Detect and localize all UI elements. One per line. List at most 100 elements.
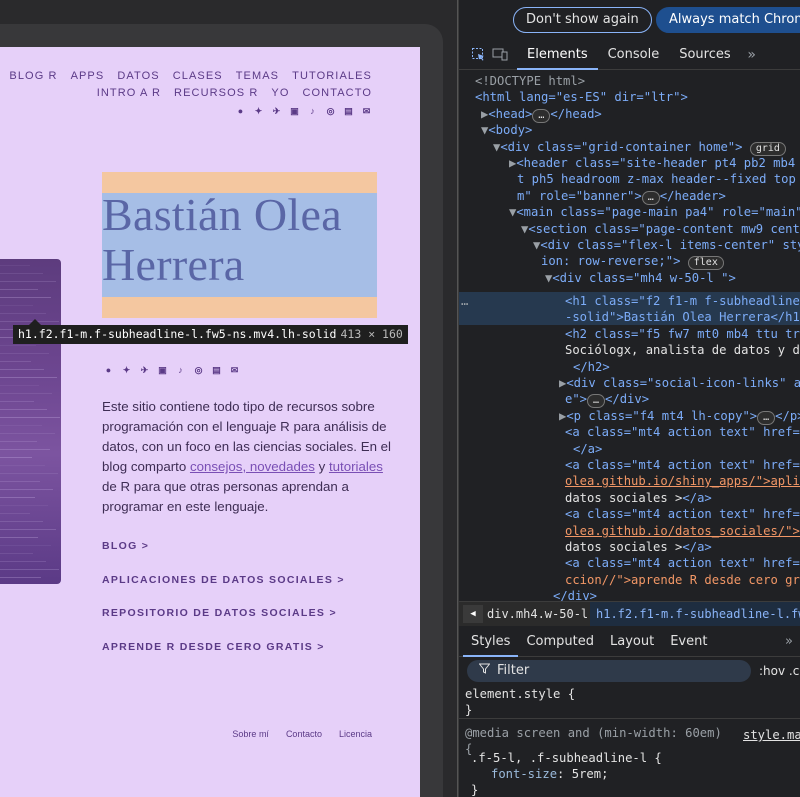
- link-tutoriales[interactable]: tutoriales: [329, 459, 383, 474]
- hov-toggle[interactable]: :hov .c: [759, 660, 799, 682]
- device-toolbar-icon[interactable]: [489, 40, 511, 70]
- hero-image: [0, 259, 61, 584]
- dom-line[interactable]: <a class="mt4 action text" href=": [565, 555, 800, 571]
- linkedin-icon[interactable]: ▣: [289, 106, 300, 117]
- css-selector[interactable]: .f-5-l, .f-subheadline-l {: [471, 750, 662, 766]
- nav-link-apps[interactable]: APPS: [71, 70, 105, 82]
- dom-line[interactable]: <h2 class="f5 fw7 mt0 mb4 ttu tra: [565, 326, 800, 342]
- dom-line[interactable]: <!DOCTYPE html>: [475, 73, 585, 89]
- nav-link-yo[interactable]: YO: [271, 87, 289, 99]
- nav-link-tutoriales[interactable]: TUTORIALES: [292, 70, 372, 82]
- linkedin-icon[interactable]: ▣: [157, 365, 168, 376]
- dom-line[interactable]: ccion//">aprende R desde cero gra: [565, 572, 800, 588]
- mastodon-icon[interactable]: ▤: [343, 106, 354, 117]
- breadcrumb-scroll-left-icon[interactable]: ◀: [463, 605, 483, 623]
- mastodon-icon[interactable]: ▤: [211, 365, 222, 376]
- nav-link-contacto[interactable]: CONTACTO: [302, 87, 372, 99]
- nav-link-blog-r[interactable]: BLOG R: [9, 70, 57, 82]
- dom-line[interactable]: datos sociales ></a>: [565, 539, 712, 555]
- nav-link-datos[interactable]: DATOS: [117, 70, 159, 82]
- more-tabs-chevron-icon[interactable]: »: [741, 40, 763, 70]
- tiktok-icon[interactable]: ♪: [307, 106, 318, 117]
- styles-filter-input[interactable]: Filter: [467, 660, 751, 682]
- dom-line[interactable]: <a class="mt4 action text" href=": [565, 424, 800, 440]
- action-aprende-r-link[interactable]: APRENDE R DESDE CERO GRATIS >: [102, 641, 325, 653]
- dom-line[interactable]: e">… </div>: [565, 391, 649, 408]
- dom-line[interactable]: ▶<head>… </head>: [481, 106, 602, 123]
- tab-layout[interactable]: Layout: [602, 627, 662, 657]
- dom-line[interactable]: ▼<div class="mh4 w-50-l ">: [545, 270, 736, 286]
- github-icon[interactable]: ●: [235, 106, 246, 117]
- more-tabs-chevron-icon[interactable]: »: [777, 627, 800, 657]
- main-nav-row-2: INTRO A R RECURSOS R YO CONTACTO: [97, 87, 372, 99]
- action-blog-link[interactable]: BLOG >: [102, 540, 149, 552]
- nav-link-intro-a-r[interactable]: INTRO A R: [97, 87, 161, 99]
- dom-line[interactable]: </h2>: [573, 359, 610, 375]
- tab-sources[interactable]: Sources: [669, 40, 740, 70]
- footer-sobre-mi-link[interactable]: Sobre mí: [232, 729, 269, 739]
- css-declaration[interactable]: font-size: 5rem;: [491, 766, 608, 782]
- css-source-link[interactable]: style.ma: [743, 727, 800, 743]
- bluesky-icon[interactable]: ✦: [121, 365, 132, 376]
- social-links-header: ● ✦ ✈ ▣ ♪ ◎ ▤ ✉: [235, 106, 372, 117]
- nav-link-temas[interactable]: TEMAS: [236, 70, 279, 82]
- tab-styles[interactable]: Styles: [463, 627, 519, 657]
- dom-line[interactable]: ion: row-reverse;"> flex: [541, 253, 724, 270]
- inspect-tooltip: h1.f2.f1-m.f-subheadline-l.fw5-ns.mv4.lh…: [13, 319, 408, 344]
- instagram-icon[interactable]: ◎: [193, 365, 204, 376]
- tiktok-icon[interactable]: ♪: [175, 365, 186, 376]
- hero-texture-line: [0, 433, 55, 434]
- nav-link-clases[interactable]: CLASES: [173, 70, 223, 82]
- social-links-content: ● ✦ ✈ ▣ ♪ ◎ ▤ ✉: [103, 365, 240, 376]
- dom-line[interactable]: ▶<header class="site-header pt4 pb2 mb4 …: [509, 155, 800, 171]
- tab-elements[interactable]: Elements: [517, 40, 598, 70]
- twitter-icon[interactable]: ✈: [271, 106, 282, 117]
- hero-texture-line: [0, 497, 35, 498]
- dom-line[interactable]: ▶<p class="f4 mt4 lh-copy">…</p>: [559, 408, 800, 425]
- always-match-chrome-button[interactable]: Always match Chrome: [656, 7, 800, 33]
- github-icon[interactable]: ●: [103, 365, 114, 376]
- dom-line[interactable]: ▼<main class="page-main pa4" role="main"…: [509, 204, 800, 220]
- tab-event-listeners[interactable]: Event Listeners: [662, 627, 777, 679]
- action-repositorio-link[interactable]: REPOSITORIO DE DATOS SOCIALES >: [102, 607, 337, 619]
- dom-line[interactable]: m" role="banner">… </header>: [517, 188, 726, 205]
- dom-line[interactable]: Sociólogx, analista de datos y de: [565, 342, 800, 358]
- dom-ellipsis[interactable]: …: [461, 293, 468, 309]
- dom-line[interactable]: t ph5 headroom z-max header--fixed top h: [517, 171, 800, 187]
- dom-line[interactable]: <a class="mt4 action text" href=": [565, 457, 800, 473]
- dom-line[interactable]: </div>: [553, 588, 597, 601]
- dom-line[interactable]: datos sociales ></a>: [565, 490, 712, 506]
- dom-line[interactable]: ▼<div class="flex-l items-center" sty: [533, 237, 800, 253]
- tab-computed[interactable]: Computed: [518, 627, 602, 657]
- hero-texture-line: [0, 281, 56, 282]
- dom-line[interactable]: olea.github.io/datos_sociales/">r: [565, 523, 800, 539]
- email-icon[interactable]: ✉: [361, 106, 372, 117]
- twitter-icon[interactable]: ✈: [139, 365, 150, 376]
- dom-line[interactable]: ▼<div class="grid-container home"> grid: [493, 139, 786, 156]
- link-consejos-novedades[interactable]: consejos, novedades: [190, 459, 315, 474]
- dom-line[interactable]: </a>: [573, 441, 602, 457]
- dom-line[interactable]: ▼<body>: [481, 122, 532, 138]
- footer-licencia-link[interactable]: Licencia: [339, 729, 372, 739]
- breadcrumb-item[interactable]: div.mh4.w-50-l.: [487, 602, 595, 626]
- email-icon[interactable]: ✉: [229, 365, 240, 376]
- dom-line[interactable]: ▼<section class="page-content mw9 cente: [521, 221, 800, 237]
- inspect-element-icon[interactable]: [467, 40, 489, 70]
- footer-contacto-link[interactable]: Contacto: [286, 729, 322, 739]
- dom-line[interactable]: olea.github.io/shiny_apps/">aplic: [565, 473, 800, 489]
- dom-line-selected[interactable]: -solid">Bastián Olea Herrera</h1>: [565, 309, 800, 325]
- dom-line[interactable]: ▶<div class="social-icon-links" ar: [559, 375, 800, 391]
- dom-line-selected[interactable]: <h1 class="f2 f1-m f-subheadline-: [565, 293, 800, 309]
- dom-line[interactable]: <a class="mt4 action text" href=": [565, 506, 800, 522]
- screen: BLOG R APPS DATOS CLASES TEMAS TUTORIALES INT…: [0, 0, 800, 797]
- action-apps-link[interactable]: APLICACIONES DE DATOS SOCIALES >: [102, 574, 345, 586]
- dom-line[interactable]: <html lang="es-ES" dir="ltr">: [475, 89, 688, 105]
- dont-show-again-button[interactable]: Don't show again: [513, 7, 652, 33]
- bluesky-icon[interactable]: ✦: [253, 106, 264, 117]
- css-element-style[interactable]: element.style {: [465, 686, 575, 702]
- tab-console[interactable]: Console: [598, 40, 670, 70]
- instagram-icon[interactable]: ◎: [325, 106, 336, 117]
- nav-link-recursos-r[interactable]: RECURSOS R: [174, 87, 258, 99]
- hero-texture-line: [0, 521, 43, 522]
- breadcrumb-item-selected[interactable]: h1.f2.f1-m.f-subheadline-l.fw5-ns.: [590, 602, 800, 626]
